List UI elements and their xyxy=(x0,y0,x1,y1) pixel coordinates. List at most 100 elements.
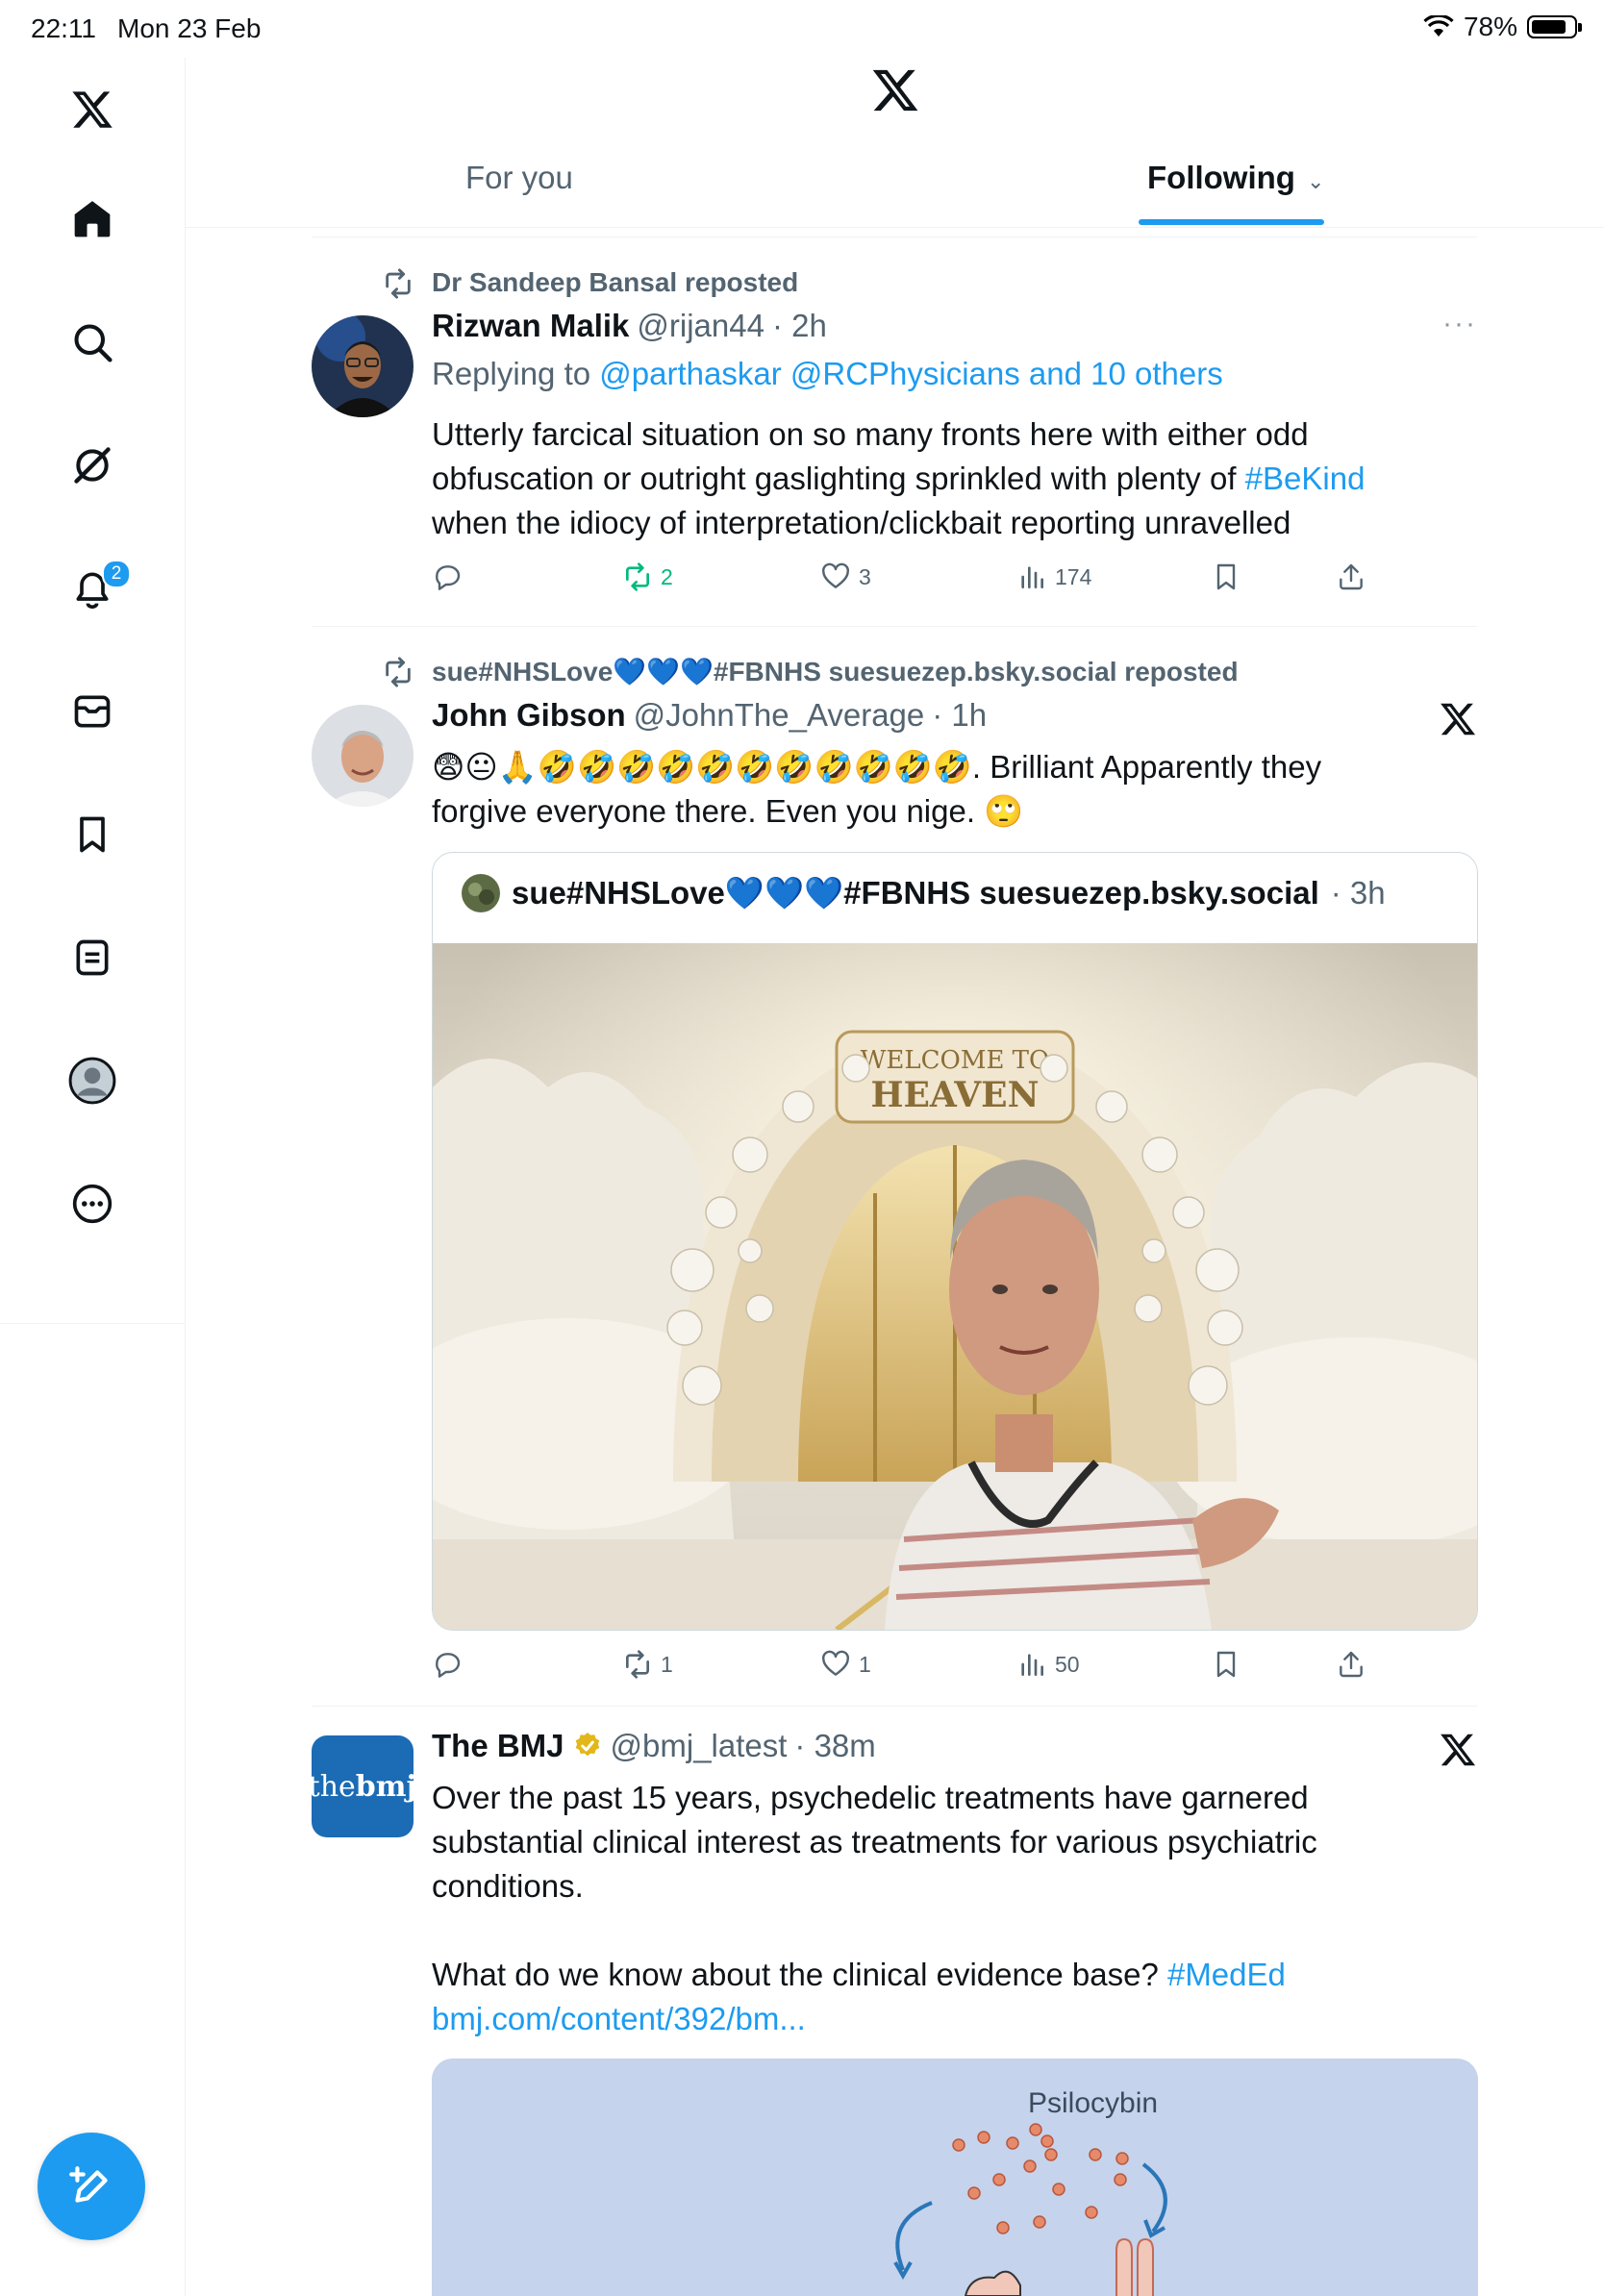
profile-avatar-icon[interactable] xyxy=(63,1052,121,1110)
x-source-icon xyxy=(1441,1734,1476,1766)
battery-icon xyxy=(1527,15,1582,38)
active-tab-indicator xyxy=(1139,219,1324,225)
chevron-down-icon: ⌄ xyxy=(1306,169,1325,193)
views-button[interactable]: 174 xyxy=(1016,562,1091,592)
repost-button[interactable]: 1 xyxy=(622,1649,673,1680)
author-handle[interactable]: @bmj_latest xyxy=(611,1728,788,1764)
home-icon[interactable] xyxy=(63,190,121,248)
post-text: Over the past 15 years, psychedelic trea… xyxy=(432,1776,1480,2041)
author-name[interactable]: Rizwan Malik xyxy=(432,308,629,344)
repost-button[interactable]: 2 xyxy=(622,562,673,592)
like-button[interactable]: 3 xyxy=(820,562,871,592)
share-icon xyxy=(1340,1651,1363,1678)
reply-button[interactable] xyxy=(432,562,470,592)
post-text-segment: obfuscation or outright gaslighting spri… xyxy=(432,461,1245,496)
share-button[interactable] xyxy=(1336,562,1366,592)
avatar[interactable]: the bmj xyxy=(309,1735,416,1837)
post-text-line: obfuscation or outright gaslighting spri… xyxy=(432,457,1480,501)
bookmark-button[interactable] xyxy=(1211,562,1241,592)
notifications-icon[interactable]: 2 xyxy=(63,560,131,617)
link-card-image[interactable]: Psilocybin xyxy=(432,2059,1478,2296)
share-icon xyxy=(1340,563,1363,590)
repost-by[interactable]: Dr Sandeep Bansal reposted xyxy=(432,267,798,298)
repost-count: 2 xyxy=(661,563,673,589)
author-line: John Gibson @JohnThe_Average · 1h xyxy=(432,697,987,734)
heart-icon xyxy=(822,1650,849,1676)
repost-icon xyxy=(386,268,411,299)
bookmark-button[interactable] xyxy=(1211,1649,1241,1680)
grok-icon[interactable] xyxy=(63,437,121,494)
status-bar: 22:11 Mon 23 Feb 78% xyxy=(0,0,1604,58)
post-text: Utterly farcical situation on so many fr… xyxy=(432,412,1480,545)
bookmarks-icon[interactable] xyxy=(63,806,121,863)
post-time[interactable]: · 2h xyxy=(772,308,827,344)
reply-icon xyxy=(436,1653,461,1678)
quoted-post-image[interactable]: WELCOME TO HEAVEN xyxy=(433,943,1477,1630)
avatar[interactable] xyxy=(312,705,414,807)
bookmark-icon xyxy=(1216,1651,1236,1678)
author-handle[interactable]: @rijan44 xyxy=(637,308,764,344)
more-menu-icon[interactable] xyxy=(63,1175,121,1233)
post-text: 😨😐🙏🤣🤣🤣🤣🤣🤣🤣🤣🤣🤣🤣. Brilliant Apparently the… xyxy=(432,745,1480,834)
verified-badge-icon xyxy=(575,1733,599,1757)
tab-for-you[interactable]: For you xyxy=(465,160,573,196)
reply-button[interactable] xyxy=(432,1649,470,1680)
quoted-author-name[interactable]: sue#NHSLove💙💙💙#FBNHS suesuezep.bsky.soci… xyxy=(512,875,1319,912)
post-text-line: Utterly farcical situation on so many fr… xyxy=(432,416,1309,452)
post-text-line: when the idiocy of interpretation/clickb… xyxy=(432,505,1291,540)
more-options-icon[interactable]: ··· xyxy=(1442,308,1477,340)
molecule-diagram xyxy=(893,2123,1167,2296)
replying-to-users[interactable]: @parthaskar @RCPhysicians and 10 others xyxy=(599,356,1222,391)
battery-percent: 78% xyxy=(1463,12,1517,41)
compose-icon xyxy=(69,2166,108,2203)
post-time[interactable]: · 38m xyxy=(794,1728,875,1764)
tab-following[interactable]: Following ⌄ xyxy=(1147,160,1324,196)
author-handle[interactable]: @JohnThe_Average xyxy=(634,697,925,734)
post-actions: 1 1 50 xyxy=(432,1649,1480,1687)
post-text-line: 😨😐🙏🤣🤣🤣🤣🤣🤣🤣🤣🤣🤣🤣. Brilliant Apparently the… xyxy=(432,749,1322,785)
repost-count: 1 xyxy=(661,1651,673,1677)
views-count: 174 xyxy=(1055,563,1092,589)
replying-to: Replying to @parthaskar @RCPhysicians an… xyxy=(432,356,1223,392)
hashtag-link[interactable]: #MedEd xyxy=(1167,1957,1286,1992)
post-text-segment: What do we know about the clinical evide… xyxy=(432,1957,1167,1992)
quoted-post-time[interactable]: · 3h xyxy=(1331,875,1386,911)
views-button[interactable]: 50 xyxy=(1016,1649,1080,1680)
status-date: Mon 23 Feb xyxy=(117,13,262,43)
search-icon[interactable] xyxy=(63,313,121,371)
repost-by[interactable]: sue#NHSLove💙💙💙#FBNHS suesuezep.bsky.soci… xyxy=(432,656,1239,687)
repost-icon xyxy=(626,1650,649,1679)
like-count: 3 xyxy=(859,563,871,589)
compose-button[interactable] xyxy=(38,2133,145,2240)
article-link[interactable]: bmj.com/content/392/bm... xyxy=(432,1997,1480,2041)
author-line: Rizwan Malik @rijan44 · 2h xyxy=(432,308,827,344)
hashtag-link[interactable]: #BeKind xyxy=(1245,461,1366,496)
wifi-icon xyxy=(1423,15,1454,37)
x-source-icon xyxy=(1441,703,1476,736)
views-count: 50 xyxy=(1055,1651,1080,1677)
x-logo-icon[interactable] xyxy=(63,81,121,138)
avatar[interactable] xyxy=(312,315,414,417)
feed-divider xyxy=(312,1706,1477,1707)
share-button[interactable] xyxy=(1336,1649,1366,1680)
quoted-post[interactable]: sue#NHSLove💙💙💙#FBNHS suesuezep.bsky.soci… xyxy=(432,852,1478,1631)
like-button[interactable]: 1 xyxy=(820,1649,871,1680)
repost-icon xyxy=(626,562,649,591)
author-line: The BMJ @bmj_latest · 38m xyxy=(432,1728,876,1764)
timeline-header: For you Following ⌄ xyxy=(186,58,1604,228)
tab-following-label: Following xyxy=(1147,160,1295,195)
post-text-line: forgive everyone there. Even you nige. 🙄 xyxy=(432,793,1024,829)
sidebar: 2 xyxy=(0,58,186,2296)
gate-sign-text: HEAVEN xyxy=(870,1075,1039,1115)
repost-context: Dr Sandeep Bansal reposted xyxy=(386,267,798,299)
bookmark-icon xyxy=(1216,563,1236,590)
messages-icon[interactable] xyxy=(63,683,121,740)
post-time[interactable]: · 1h xyxy=(932,697,987,734)
gate-sign-text: WELCOME TO xyxy=(861,1046,1050,1075)
lists-icon[interactable] xyxy=(63,929,121,986)
post-text-line: What do we know about the clinical evide… xyxy=(432,1953,1480,1997)
author-name[interactable]: John Gibson xyxy=(432,697,626,734)
author-name[interactable]: The BMJ xyxy=(432,1728,564,1764)
views-icon xyxy=(1021,1654,1043,1676)
